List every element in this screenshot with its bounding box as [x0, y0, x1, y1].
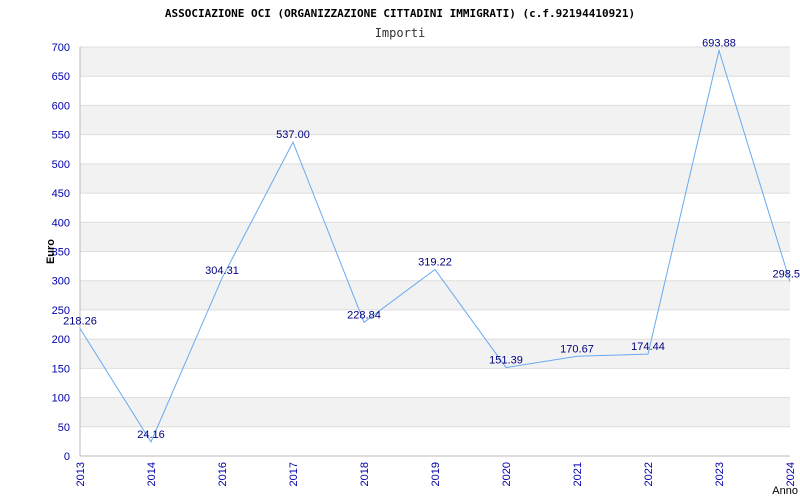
grid-band [80, 105, 790, 135]
y-tick-label: 700 [52, 42, 70, 54]
grid-band [80, 397, 790, 427]
data-label: 151.39 [489, 355, 523, 367]
data-label: 537.00 [276, 129, 310, 141]
y-axis-label: Euro [45, 239, 57, 264]
x-axis-label: Anno [772, 485, 798, 497]
x-tick-label: 2018 [359, 462, 371, 486]
data-label: 304.31 [205, 265, 239, 277]
data-label: 174.44 [631, 341, 665, 353]
x-tick-label: 2016 [217, 462, 229, 486]
grid-band [80, 163, 790, 194]
y-tick-label: 500 [52, 159, 70, 171]
grid-band [80, 222, 790, 252]
x-tick-label: 2019 [430, 462, 442, 486]
chart-title: ASSOCIAZIONE OCI (ORGANIZZAZIONE CITTADI… [165, 7, 635, 20]
x-tick-label: 2014 [146, 462, 158, 486]
x-tick-label: 2023 [714, 462, 726, 486]
y-tick-label: 400 [52, 217, 70, 229]
data-label: 24.16 [137, 429, 165, 441]
y-tick-label: 300 [52, 276, 70, 288]
y-tick-label: 650 [52, 71, 70, 83]
grid-band [80, 47, 790, 77]
chart-subtitle: Importi [375, 26, 426, 40]
y-tick-label: 50 [58, 422, 70, 434]
y-tick-label: 600 [52, 100, 70, 112]
x-tick-label: 2020 [501, 462, 513, 486]
data-label: 228.84 [347, 309, 381, 321]
data-label: 298.5 [772, 269, 800, 281]
x-tick-label: 2017 [288, 462, 300, 486]
data-label: 218.26 [63, 315, 97, 327]
data-label: 319.22 [418, 256, 452, 268]
x-tick-label: 2022 [643, 462, 655, 486]
grid-band [80, 280, 790, 310]
line-chart: ASSOCIAZIONE OCI (ORGANIZZAZIONE CITTADI… [45, 7, 800, 497]
grid-band [80, 339, 790, 369]
y-tick-label: 100 [52, 393, 70, 405]
x-tick-label: 2021 [572, 462, 584, 486]
x-axis-ticks: 2013 2014 2016 2017 2018 2019 2020 2021 2022 2023… [75, 462, 797, 486]
x-tick-label: 2013 [75, 462, 87, 486]
y-tick-label: 550 [52, 130, 70, 142]
y-tick-label: 200 [52, 334, 70, 346]
x-tick-label: 2024 [785, 462, 797, 486]
y-tick-label: 0 [64, 451, 70, 463]
y-tick-label: 450 [52, 188, 70, 200]
data-label: 693.88 [702, 38, 736, 50]
background-bands [80, 47, 790, 427]
y-tick-label: 150 [52, 363, 70, 375]
data-label: 170.67 [560, 343, 594, 355]
